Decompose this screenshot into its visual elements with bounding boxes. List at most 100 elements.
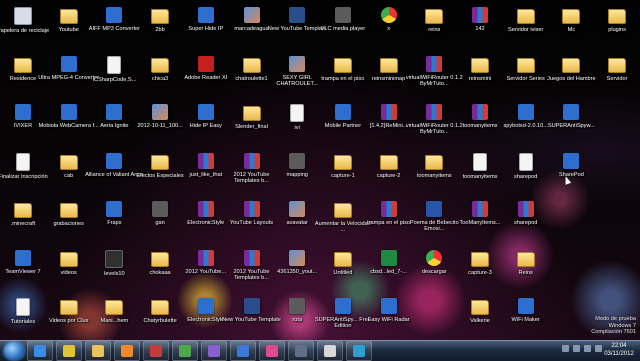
zip-icon [517, 201, 534, 217]
misc-icon [289, 152, 306, 169]
app-icon-5 [266, 345, 278, 357]
folder-icon [379, 154, 398, 170]
taskbar-item[interactable] [172, 341, 198, 361]
misc-icon [152, 201, 169, 217]
desktop-icon[interactable]: Reins [495, 245, 557, 300]
folder-icon [516, 9, 535, 24]
zip-icon [197, 152, 214, 169]
desktop-icon-label: sharepod [514, 220, 538, 226]
clock[interactable]: 22:04 03/11/2012 [602, 342, 636, 358]
desktop-icon-label: SUPERAntiSpyw... [547, 123, 595, 129]
folder-icon [471, 57, 489, 73]
app-icon-2 [179, 345, 191, 357]
folder-icon [151, 300, 170, 315]
app-icon-1 [150, 345, 162, 357]
zip-icon [380, 104, 397, 120]
zip-icon [243, 152, 260, 169]
desktop-icon[interactable]: sharepod [495, 196, 557, 251]
zip-icon [243, 249, 260, 266]
img-icon [243, 7, 260, 23]
doc-icon [518, 152, 533, 171]
folder-icon [379, 57, 398, 73]
taskbar-item[interactable] [317, 341, 343, 361]
taskbar-item[interactable] [259, 341, 285, 361]
music-icon [105, 249, 124, 268]
desktop-icon-label: Reins [518, 269, 533, 276]
folder-icon [608, 57, 627, 73]
taskbar-item[interactable] [346, 341, 372, 361]
img-icon [289, 55, 306, 72]
app-icon-4 [237, 345, 249, 357]
exe-icon [106, 7, 123, 23]
desktop: Papelera de reciclaje Youtube AIFF MP3 Con… [0, 0, 640, 340]
folder-icon [151, 251, 170, 267]
app-icon-8 [353, 345, 365, 357]
exe-icon [517, 104, 534, 120]
video-icon [243, 298, 260, 314]
desktop-icon-label: plugins [608, 27, 626, 33]
taskbar-item[interactable] [288, 341, 314, 361]
exe-icon [563, 104, 580, 120]
exe-icon [15, 104, 31, 120]
desktop-icon[interactable]: SUPERAntiSpyw... [540, 99, 602, 154]
zip-icon [380, 201, 397, 217]
app-icon-3 [208, 345, 220, 357]
folder-icon [151, 9, 170, 24]
taskbar-item[interactable] [143, 341, 169, 361]
folder-icon [59, 300, 78, 315]
taskbar-item[interactable] [56, 341, 82, 361]
exe-icon [563, 152, 580, 169]
folder-icon [59, 9, 78, 24]
doc-icon [290, 104, 305, 122]
word-icon [426, 201, 443, 217]
desktop-icon-label: Servidor [606, 75, 628, 82]
misc-icon [334, 7, 351, 23]
system-tray[interactable] [562, 345, 602, 352]
folder-icon [333, 251, 352, 267]
doc-icon [16, 152, 30, 171]
folder-icon [425, 154, 444, 170]
zip-icon [472, 104, 488, 120]
taskbar-item[interactable] [230, 341, 256, 361]
zip-icon [197, 249, 214, 266]
desktop-icon[interactable]: plugins [586, 2, 640, 57]
folder-icon [471, 251, 489, 267]
folder-icon [333, 203, 352, 218]
taskbar-item[interactable] [27, 341, 53, 361]
zip-icon [426, 55, 443, 72]
desktop-icon[interactable]: WiFi Maker [495, 293, 557, 340]
exe-icon [517, 298, 534, 314]
desktop-icon[interactable]: Servidor [586, 51, 640, 106]
zip-icon [426, 104, 443, 120]
exe-icon [60, 55, 77, 72]
ie-icon [34, 345, 46, 357]
folder-icon [151, 154, 170, 170]
video-icon [289, 7, 306, 23]
folder-icon [59, 203, 78, 218]
app-icon-6 [295, 345, 307, 357]
folder-icon [105, 300, 124, 315]
taskbar-item[interactable] [114, 341, 140, 361]
folder-icon [242, 106, 261, 121]
zip-icon [472, 7, 488, 23]
chrome-icon [426, 249, 443, 266]
taskbar-item[interactable] [201, 341, 227, 361]
exe-icon [106, 201, 123, 217]
taskbar: 22:04 03/11/2012 [0, 340, 640, 361]
chrome-icon [380, 7, 397, 23]
desktop-icon[interactable]: SharePod [540, 148, 602, 203]
exe-icon [197, 298, 214, 314]
start-button[interactable] [4, 342, 24, 360]
folder-icon [14, 57, 32, 73]
folder-icon [471, 300, 489, 315]
folder-icon [425, 9, 444, 24]
zip-icon [472, 201, 488, 217]
desktop-icon-label: Easy WiFi Radar [367, 317, 410, 323]
folder-icon [562, 9, 581, 24]
folder-icon [59, 154, 78, 170]
misc-icon [289, 298, 306, 314]
desktop-icon[interactable]: Easy WiFi Radar [358, 293, 420, 340]
exe-icon [380, 298, 397, 314]
pdf-icon [197, 55, 214, 72]
taskbar-item[interactable] [85, 341, 111, 361]
